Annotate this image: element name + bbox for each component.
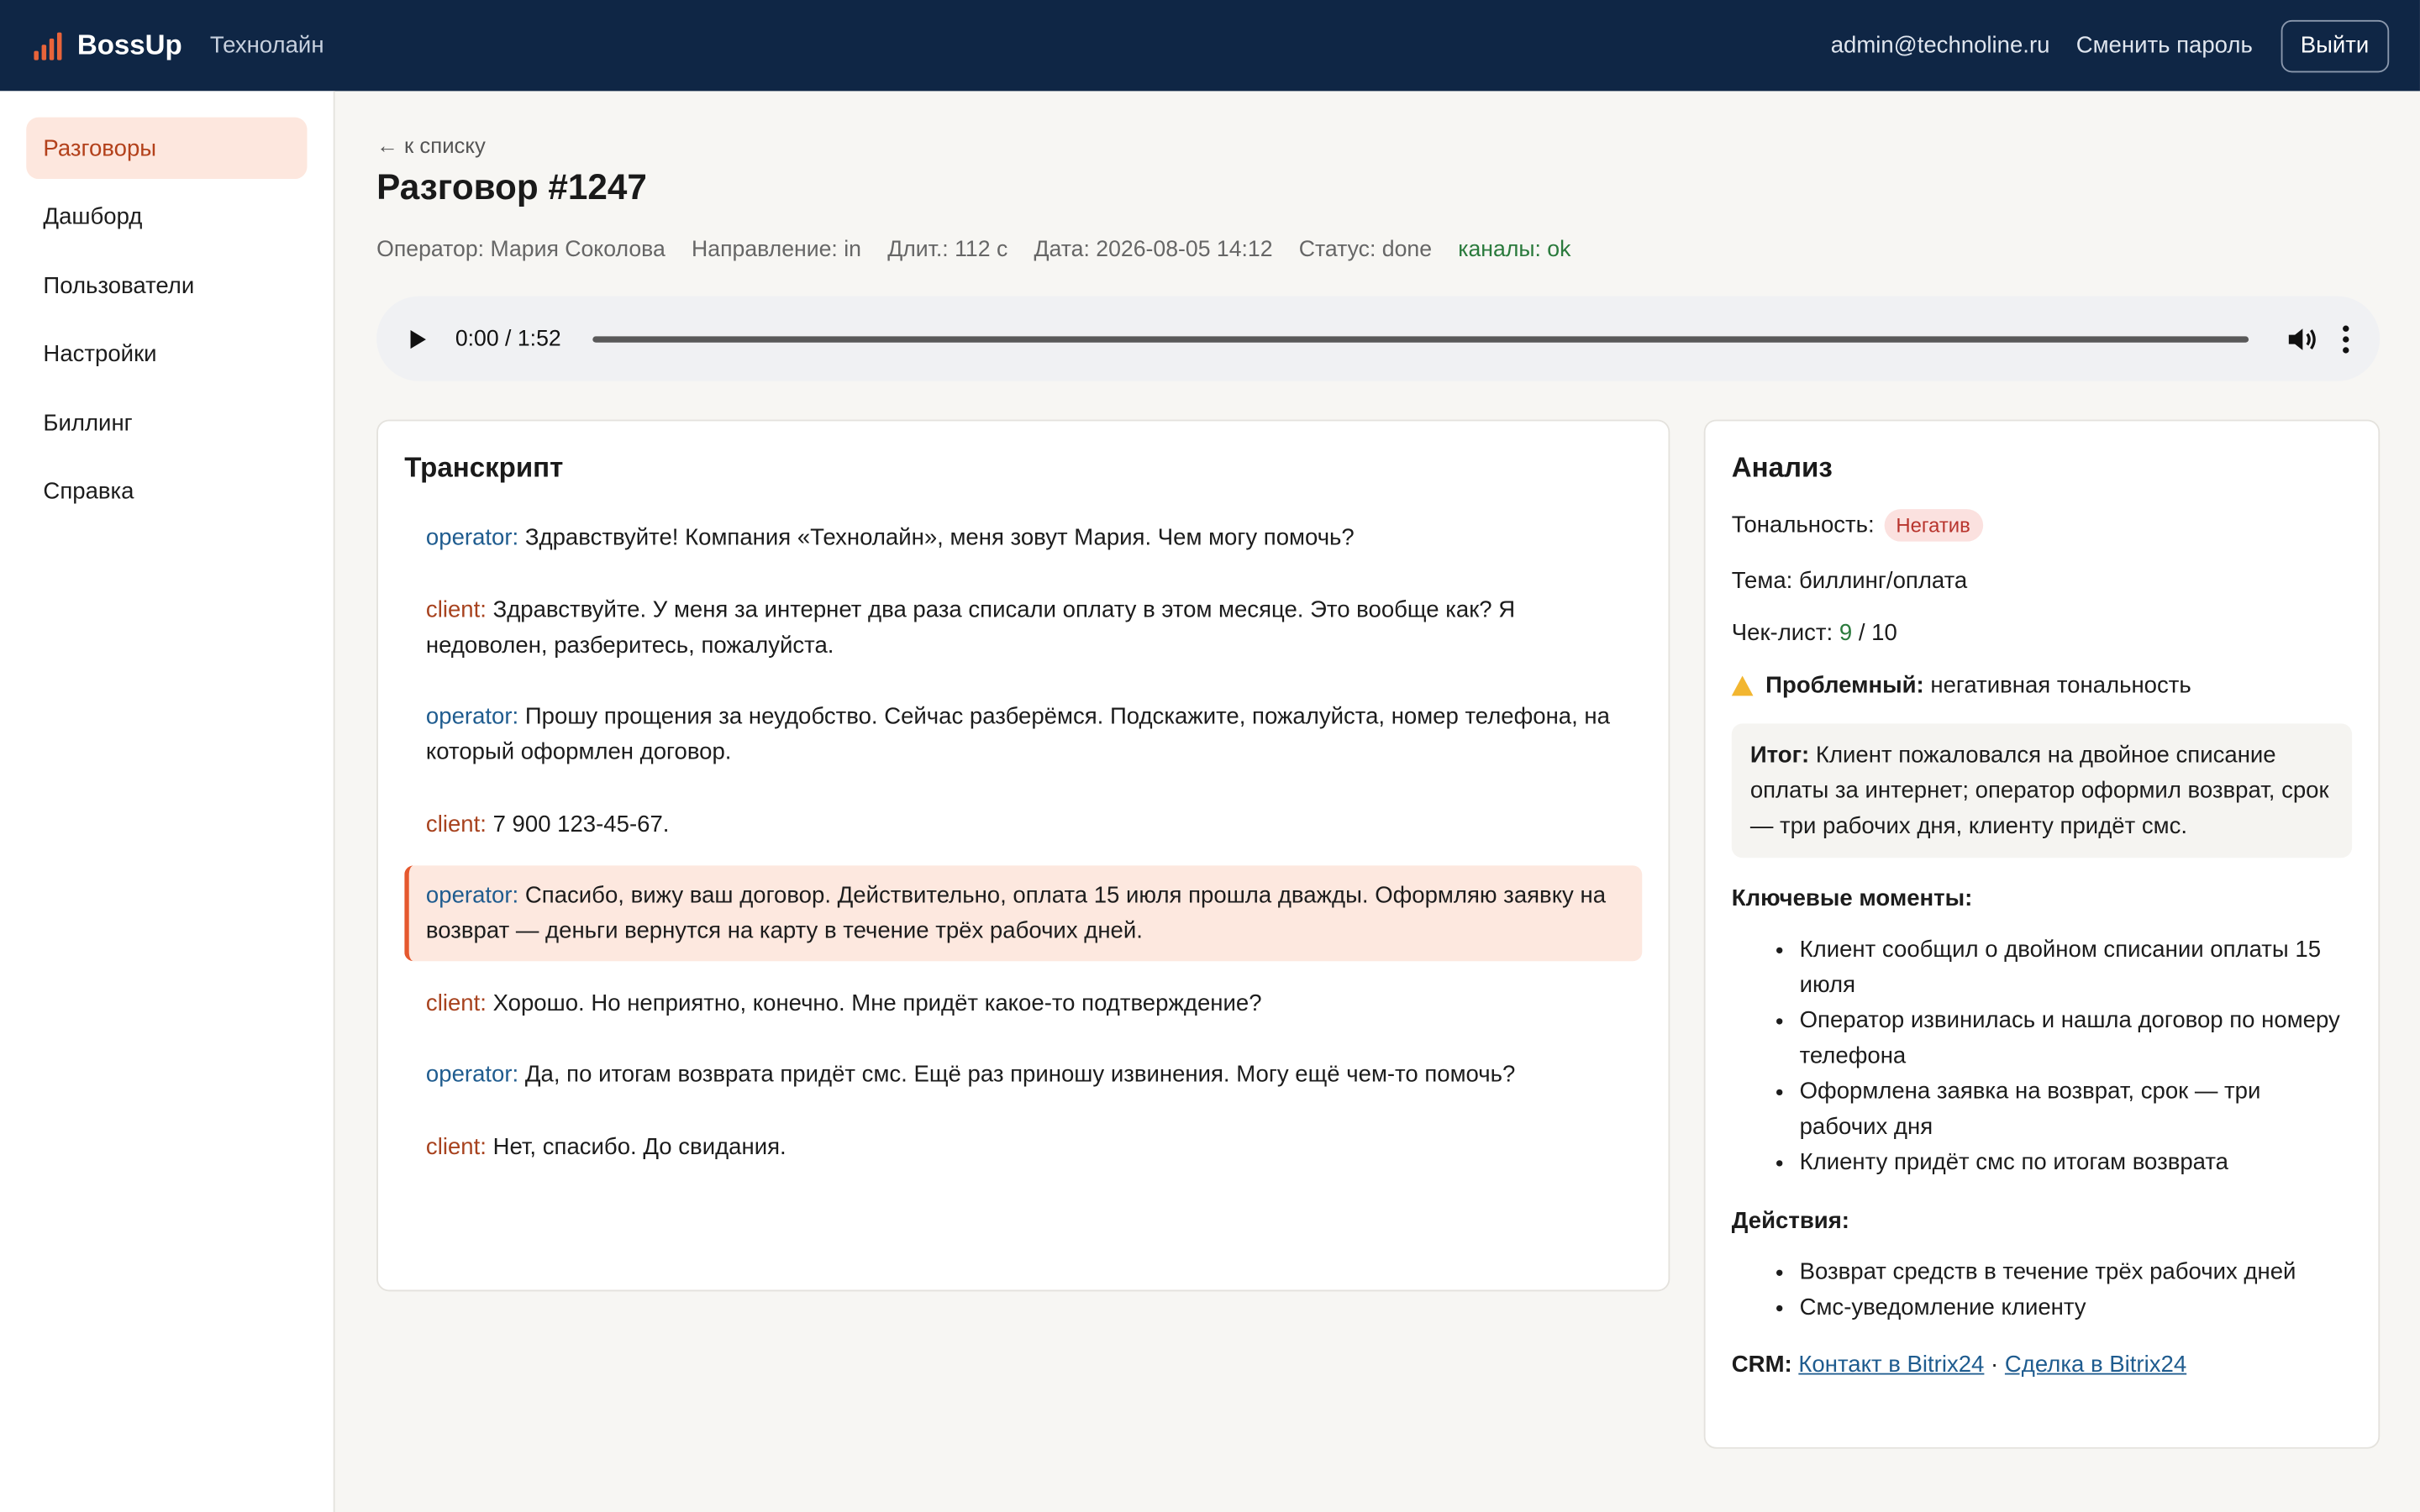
analysis-card: Анализ Тональность: Негатив Тема: биллин… [1703, 419, 2381, 1449]
message-text: Да, по итогам возврата придёт смс. Ещё р… [524, 1061, 1516, 1088]
checklist-row: Чек-лист: 9 / 10 [1732, 620, 2352, 646]
bar-chart-logo-icon [34, 31, 62, 60]
tone-label: Тональность: [1731, 512, 1875, 539]
speaker-label: client: [425, 811, 487, 837]
sidebar-item-help[interactable]: Справка [26, 461, 307, 522]
transcript-message: client: Хорошо. Но неприятно, конечно. М… [404, 973, 1642, 1033]
topic-row: Тема: биллинг/оплата [1731, 567, 1968, 595]
list-item: Смс-уведомление клиенту [1800, 1289, 2353, 1325]
more-options-icon[interactable] [2343, 324, 2349, 353]
page-title: Разговор #1247 [376, 166, 647, 207]
top-bar: BossUp Технолайн admin@technoline.ru Сме… [0, 0, 2420, 92]
summary-text: Клиент пожаловался на двойное списание о… [1749, 742, 2329, 840]
transcript-message: client: 7 900 123-45-67. [404, 794, 1642, 854]
transcript-message: client: Нет, спасибо. До свидания. [404, 1116, 1642, 1177]
speaker-label: operator: [425, 882, 519, 909]
list-item: Оформлена заявка на возврат, срок — три … [1800, 1074, 2353, 1144]
sidebar-item-settings[interactable]: Настройки [26, 323, 307, 385]
summary-label: Итог: [1749, 742, 1810, 769]
message-text: Спасибо, вижу ваш договор. Действительно… [425, 882, 1607, 945]
sidebar: Разговоры Дашборд Пользователи Настройки… [0, 91, 335, 1512]
transcript-messages: operator: Здравствуйте! Компания «Технол… [404, 507, 1643, 1177]
summary-box: Итог: Клиент пожаловался на двойное спис… [1731, 723, 2353, 858]
checklist-score: 9 [1839, 620, 1853, 647]
analysis-title: Анализ [1731, 452, 1833, 483]
actions-title: Действия: [1731, 1208, 1849, 1235]
actions-list: Возврат средств в течение трёх рабочих д… [1732, 1254, 2352, 1325]
transcript-message: operator: Прошу прощения за неудобство. … [404, 686, 1642, 782]
list-item: Оператор извинилась и нашла договор по н… [1800, 1003, 2353, 1074]
transcript-message-highlighted: operator: Спасибо, вижу ваш договор. Дей… [404, 865, 1643, 962]
sidebar-item-billing[interactable]: Биллинг [26, 392, 307, 454]
list-item: Клиент сообщил о двойном списании оплаты… [1800, 932, 2353, 1002]
logout-button[interactable]: Выйти [2280, 18, 2390, 72]
transcript-message: client: Здравствуйте. У меня за интернет… [404, 580, 1642, 675]
message-text: Здравствуйте! Компания «Технолайн», меня… [524, 524, 1355, 551]
audio-player: 0:00 / 1:52 [376, 296, 2381, 381]
transcript-message: operator: Да, по итогам возврата придёт … [404, 1044, 1642, 1105]
play-icon[interactable] [410, 329, 426, 349]
problem-text: негативная тональность [1930, 672, 2191, 700]
meta-duration: Длит.: 112 с [887, 237, 1008, 263]
message-text: Здравствуйте. У меня за интернет два раз… [425, 596, 1516, 659]
warning-icon [1731, 675, 1754, 696]
meta-direction: Направление: in [692, 237, 861, 263]
user-email: admin@technoline.ru [1830, 32, 2050, 59]
meta-status: Статус: done [1298, 237, 1433, 263]
crm-separator: · [1991, 1351, 1999, 1378]
player-progress-track[interactable] [592, 335, 2249, 342]
transcript-title: Транскрипт [404, 452, 564, 483]
back-to-list-link[interactable]: ← к списку [376, 133, 486, 157]
transcript-message: operator: Здравствуйте! Компания «Технол… [404, 507, 1642, 568]
checklist-total: / 10 [1858, 620, 1897, 647]
meta-channels: каналы: ok [1458, 237, 1571, 263]
speaker-label: client: [425, 990, 487, 1016]
company-name: Технолайн [209, 32, 324, 59]
key-moments-list: Клиент сообщил о двойном списании оплаты… [1732, 932, 2352, 1180]
volume-icon[interactable] [2287, 325, 2318, 353]
tone-row: Тональность: Негатив [1732, 509, 2352, 542]
sidebar-item-dashboard[interactable]: Дашборд [26, 186, 307, 247]
meta-operator: Оператор: Мария Соколова [376, 237, 666, 263]
back-link-label: к списку [404, 132, 486, 158]
tone-badge: Негатив [1883, 509, 1983, 542]
problem-row: Проблемный: негативная тональность [1731, 672, 2352, 700]
crm-contact-link[interactable]: Контакт в Bitrix24 [1798, 1352, 1984, 1378]
message-text: 7 900 123-45-67. [492, 811, 670, 837]
arrow-left-icon: ← [376, 132, 398, 158]
list-item: Возврат средств в течение трёх рабочих д… [1800, 1254, 2353, 1289]
message-text: Прошу прощения за неудобство. Сейчас раз… [425, 703, 1610, 766]
transcript-card: Транскрипт operator: Здравствуйте! Компа… [376, 419, 1670, 1292]
meta-date: Дата: 2026-08-05 14:12 [1034, 237, 1273, 263]
speaker-label: operator: [425, 524, 519, 551]
app-root: BossUp Технолайн admin@technoline.ru Сме… [0, 0, 2420, 1512]
sidebar-item-conversations[interactable]: Разговоры [26, 117, 308, 180]
message-text: Нет, спасибо. До свидания. [492, 1133, 786, 1160]
top-bar-actions: admin@technoline.ru Сменить пароль Выйти [1830, 18, 2390, 72]
checklist-label: Чек-лист: [1731, 620, 1833, 647]
message-text: Хорошо. Но неприятно, конечно. Мне придё… [492, 990, 1262, 1016]
player-time: 0:00 / 1:52 [455, 326, 561, 351]
change-password-link[interactable]: Сменить пароль [2076, 33, 2253, 59]
crm-deal-link[interactable]: Сделка в Bitrix24 [2005, 1352, 2186, 1378]
sidebar-item-users[interactable]: Пользователи [26, 255, 307, 316]
crm-row: CRM: Контакт в Bitrix24 · Сделка в Bitri… [1732, 1352, 2352, 1378]
brand-name[interactable]: BossUp [77, 29, 182, 62]
speaker-label: operator: [425, 703, 519, 730]
crm-label: CRM: [1731, 1351, 1792, 1378]
key-moments-title: Ключевые моменты: [1731, 885, 1973, 912]
speaker-label: client: [425, 1133, 487, 1160]
speaker-label: operator: [425, 1061, 519, 1088]
call-meta: Оператор: Мария Соколова Направление: in… [376, 238, 1597, 262]
speaker-label: client: [425, 596, 487, 623]
list-item: Клиенту придёт смс по итогам возврата [1800, 1145, 2353, 1180]
problem-label: Проблемный: [1765, 672, 1924, 700]
